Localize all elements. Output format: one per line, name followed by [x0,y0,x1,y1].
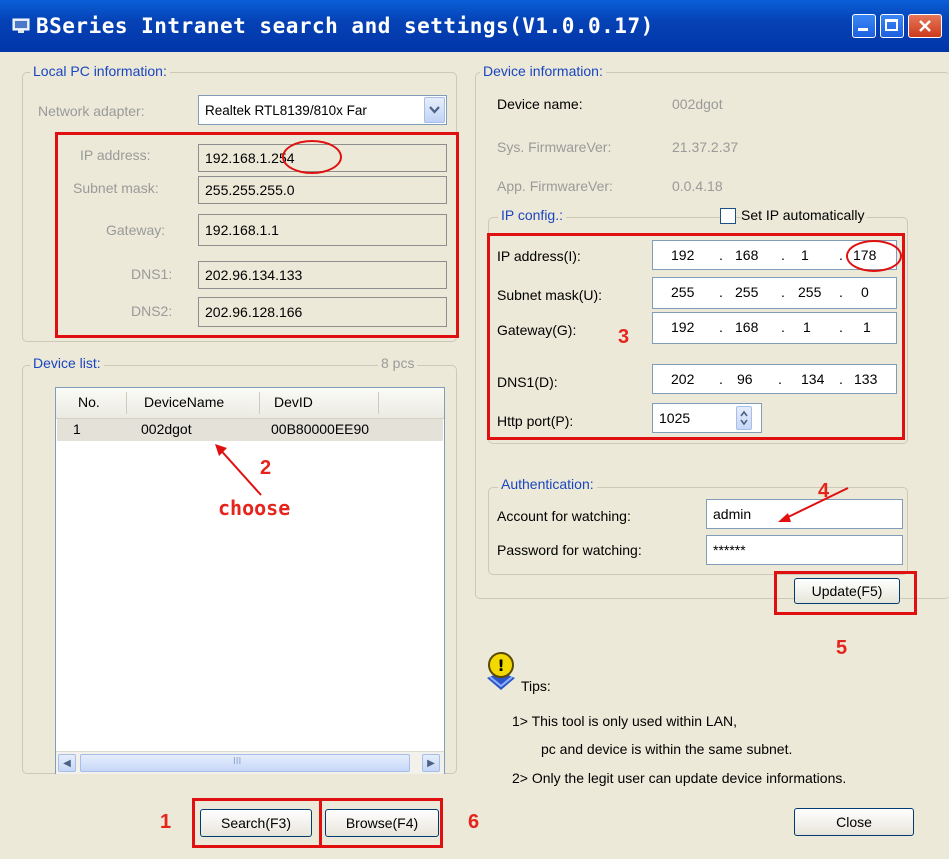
tips-icon: ! [487,652,515,690]
tips-line-2: pc and device is within the same subnet. [541,741,793,757]
close-button[interactable]: Close [794,808,914,836]
scroll-grip: III [233,756,242,767]
title-bar[interactable]: BSeries Intranet search and settings(V1.… [0,0,949,52]
network-adapter-label: Network adapter: [38,103,145,119]
annotation-arrow-account [778,487,849,522]
annotation-circle-pc-ip [282,140,342,174]
maximize-button[interactable] [880,14,904,38]
sys-fw-label: Sys. FirmwareVer: [497,139,612,155]
close-icon [919,20,931,32]
app-fw-label: App. FirmwareVer: [497,178,613,194]
column-header-devid[interactable]: DevID [274,394,313,410]
device-name-label: Device name: [497,96,583,112]
local-pc-title: Local PC information: [30,63,170,79]
app-icon [12,18,30,33]
window-title: BSeries Intranet search and settings(V1.… [36,14,654,38]
cell-no: 1 [73,421,81,437]
set-ip-auto-label[interactable]: Set IP automatically [741,207,868,223]
annotation-box-update [774,571,917,615]
annotation-arrow-choose [215,444,262,496]
column-divider[interactable] [378,392,379,414]
chevron-down-icon[interactable] [424,97,445,123]
device-info-title: Device information: [480,63,606,79]
cell-devid: 00B80000EE90 [271,421,370,437]
scroll-right-icon[interactable]: ▶ [422,754,440,772]
tips-line-3: 2> Only the legit user can update device… [512,770,847,786]
minimize-icon [858,28,868,31]
annotation-number-6: 6 [468,811,480,833]
password-input[interactable]: ****** [706,535,903,565]
annotation-box-browse [319,798,443,848]
annotation-number-1: 1 [160,811,172,833]
app-fw-value: 0.0.4.18 [672,178,723,194]
annotation-box-ip-config [487,233,905,440]
device-count: 8 pcs [378,355,418,371]
table-header: No. DeviceName DevID [56,388,444,419]
set-ip-auto-checkbox[interactable] [720,208,736,224]
sys-fw-value: 21.37.2.37 [672,139,739,155]
tips-line-1: 1> This tool is only used within LAN, [512,713,738,729]
device-name-value: 002dgot [672,96,723,112]
column-divider[interactable] [126,392,127,414]
password-value: ****** [713,542,746,558]
column-divider[interactable] [259,392,260,414]
table-row[interactable]: 1 002dgot 00B80000EE90 [57,419,443,441]
scroll-left-icon[interactable]: ◀ [58,754,76,772]
network-adapter-value: Realtek RTL8139/810x Far [205,102,367,118]
column-header-devicename[interactable]: DeviceName [144,394,224,410]
annotation-number-3: 3 [618,326,630,348]
ip-config-title: IP config.: [498,207,567,223]
close-window-button[interactable] [908,14,942,38]
minimize-button[interactable] [852,14,876,38]
app-window: BSeries Intranet search and settings(V1.… [0,0,949,859]
annotation-number-5: 5 [836,637,848,659]
svg-text:!: ! [497,656,504,675]
auth-title: Authentication: [498,476,597,492]
cell-devicename: 002dgot [141,421,192,437]
scroll-thumb[interactable]: III [80,754,410,772]
maximize-icon [885,19,898,31]
tips-title: Tips: [521,678,551,694]
annotation-circle-device-ip [846,240,902,272]
column-header-no[interactable]: No. [78,394,100,410]
annotation-box-search [192,798,322,848]
horizontal-scrollbar[interactable]: ◀ III ▶ [56,751,444,774]
annotation-choose-label: choose [218,496,291,520]
annotation-box-local-pc [55,132,459,338]
network-adapter-select[interactable]: Realtek RTL8139/810x Far [198,95,447,125]
device-list-title: Device list: [30,355,104,371]
account-value: admin [713,506,752,522]
password-label: Password for watching: [497,542,642,558]
account-label: Account for watching: [497,508,631,524]
